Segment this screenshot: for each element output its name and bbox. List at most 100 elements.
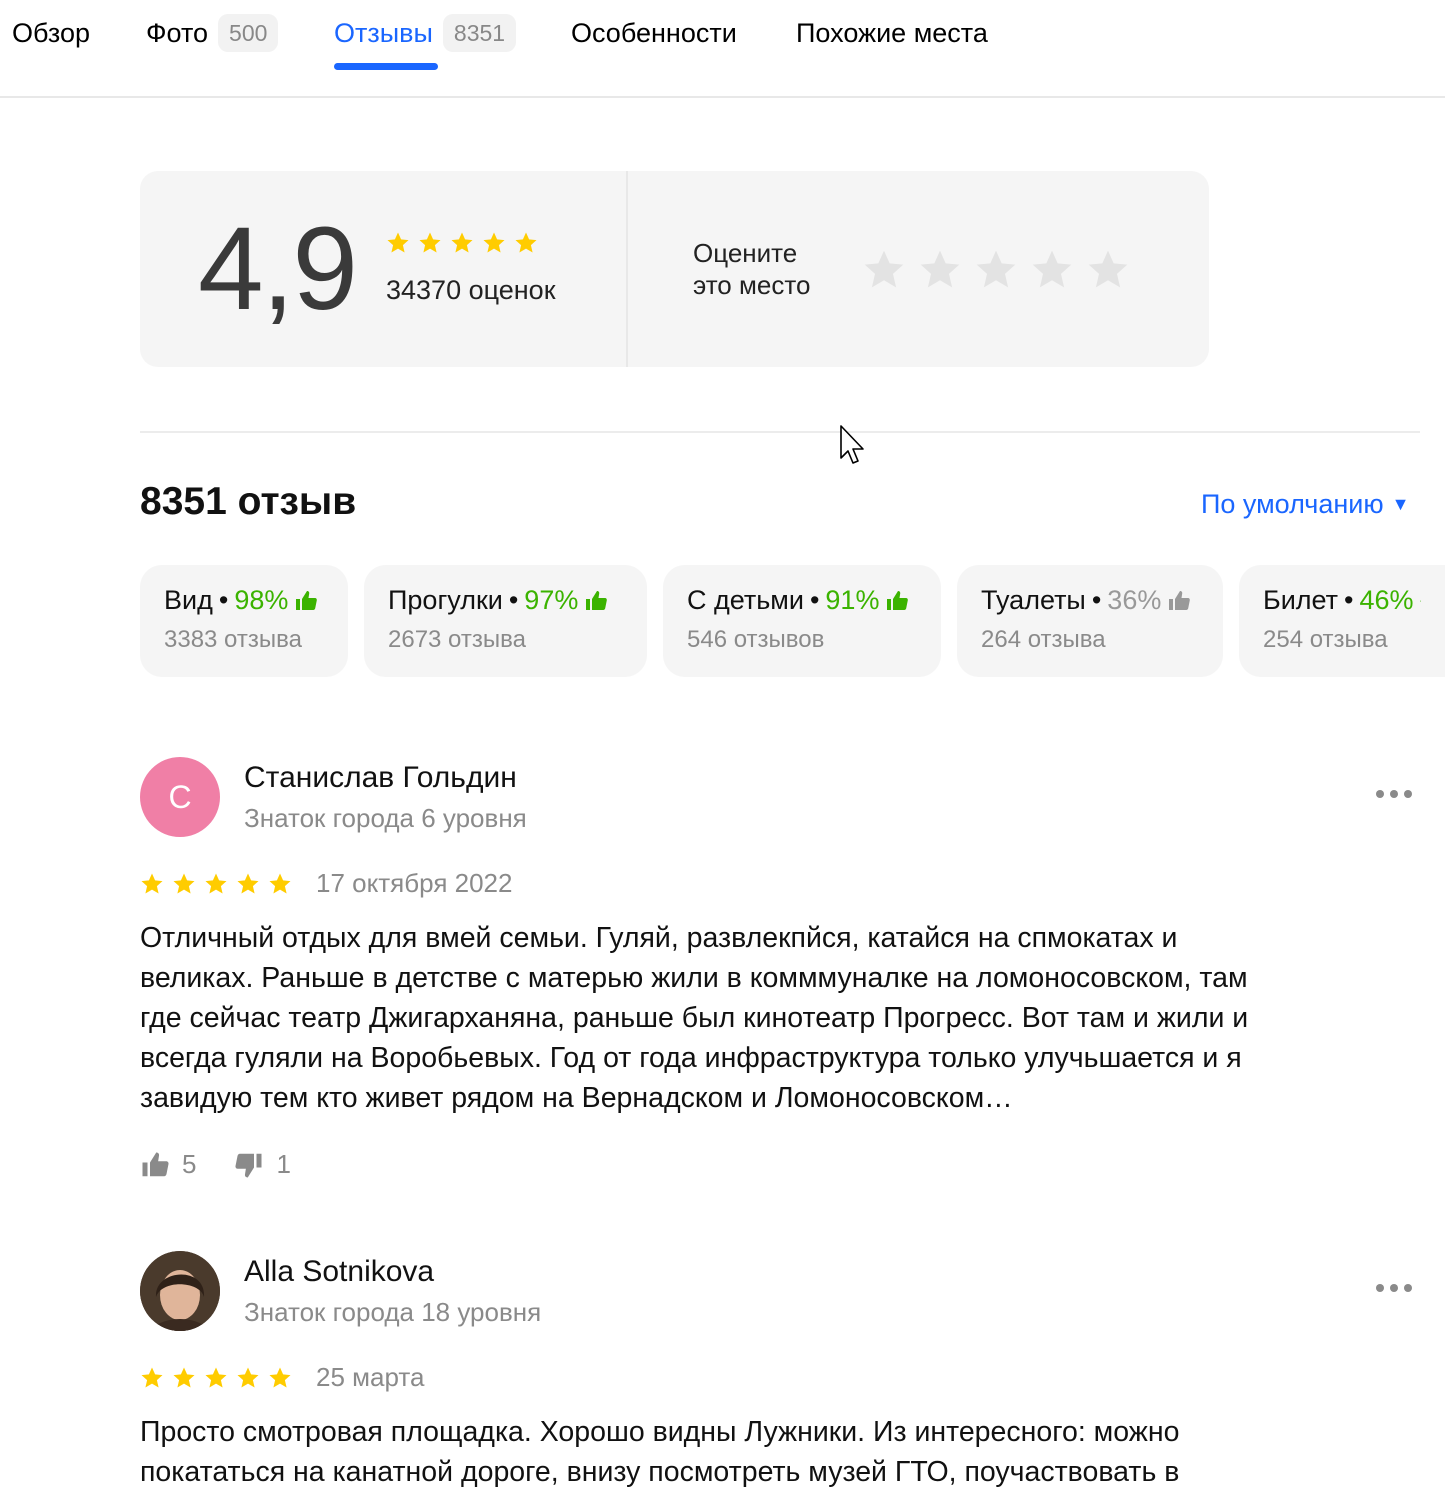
like-count: 5 [182,1149,197,1179]
tab-features[interactable]: Особенности [571,14,737,52]
rate-star-3-icon[interactable] [974,248,1018,292]
average-stars [386,231,538,255]
star-icon [269,873,291,894]
review-text-line: Просто смотровая площадка. Хорошо видны … [140,1416,1180,1448]
caret-down-icon: ▼ [1391,494,1410,514]
like-button[interactable]: 5 [140,1149,196,1180]
aspect-reviews-count: 546 отзывов [687,626,825,653]
review-card: С Станислав Гольдин Знаток города 6 уров… [140,757,1420,1197]
star-icon [141,873,163,894]
review-text[interactable]: Отличный отдых для вмей семьи. Гуляй, ра… [140,918,1405,1118]
star-icon [483,232,505,253]
bullet: • [1091,585,1102,615]
review-text-line: великах. Раньше в детстве с матерью жили… [140,962,1248,994]
review-date: 17 октября 2022 [316,868,513,898]
more-options-button[interactable] [1376,790,1412,798]
avatar-letter: С [168,778,192,815]
aspect-percent: 36% [1107,585,1162,615]
star-icon [237,1367,259,1388]
thumbs-up-icon [1419,599,1421,602]
review-text-line: завидую тем кто живет рядом на Вернадско… [140,1082,1013,1114]
thumbs-up-icon [586,590,608,610]
dot [1390,790,1398,798]
rate-prompt-line: Оцените [693,238,798,268]
aspect-percent: 97% [524,585,579,615]
aspect-percent: 46% [1359,585,1414,615]
average-score: 4,9 [198,203,358,335]
star-icon [269,1367,291,1388]
active-tab-indicator [334,63,438,70]
tab-count-badge: 500 [218,14,279,52]
star-icon [173,873,195,894]
star-icon [237,873,259,894]
review-reactions: 5 1 [140,1149,329,1180]
aspect-name: Туалеты [981,585,1086,615]
review-text-line: Отличный отдых для вмей семьи. Гуляй, ра… [140,922,1178,954]
aspect-chip-ticket[interactable]: Билет • 46% 254 отзыва [1239,565,1445,677]
aspect-percent: 98% [234,585,289,615]
ratings-count: 34370 оценок [386,275,556,305]
user-photo-icon [140,1251,220,1331]
avatar[interactable]: С [140,757,220,837]
review-stars [140,872,292,896]
star-icon [205,873,227,894]
thumbs-down-icon [235,1153,262,1177]
rate-star-1-icon[interactable] [862,248,906,292]
dot [1376,790,1384,798]
bullet: • [809,585,820,615]
avatar[interactable] [140,1251,220,1331]
rate-stars-input [862,248,1130,292]
tab-label: Похожие места [796,17,988,48]
dot [1390,1284,1398,1292]
review-text[interactable]: Просто смотровая площадка. Хорошо видны … [140,1412,1405,1492]
review-text-line: покататься на канатной дороге, внизу пос… [140,1456,1180,1488]
rate-prompt: Оцените это место [693,237,810,301]
aspect-chip-walks[interactable]: Прогулки • 97% 2673 отзыва [364,565,647,677]
review-text-line: всегда гуляли на Воробьевых. Год от года… [140,1042,1242,1074]
dislike-button[interactable]: 1 [234,1149,291,1180]
aspect-chip-view[interactable]: Вид • 98% 3383 отзыва [140,565,348,677]
sort-label: По умолчанию [1201,489,1384,519]
thumbs-up-icon [1169,590,1191,610]
rate-star-4-icon[interactable] [1030,248,1074,292]
star-icon [387,232,409,253]
tab-reviews[interactable]: Отзывы 8351 [334,14,517,52]
bullet: • [508,585,519,615]
dot [1376,1284,1384,1292]
rate-star-2-icon[interactable] [918,248,962,292]
more-options-button[interactable] [1376,1284,1412,1292]
review-author[interactable]: Станислав Гольдин [244,761,517,795]
star-icon [451,232,473,253]
thumbs-up-icon [296,590,318,610]
review-date: 25 марта [316,1362,425,1392]
tab-label: Фото [146,17,209,48]
rate-prompt-line: это место [693,270,811,300]
tab-count-badge: 8351 [442,14,517,52]
aspect-chip-toilets[interactable]: Туалеты • 36% 264 отзыва [957,565,1223,677]
tab-photos[interactable]: Фото 500 [146,14,279,52]
aspect-name: С детьми [687,585,804,615]
aspect-reviews-count: 2673 отзыва [388,626,526,653]
mouse-cursor-icon [840,425,864,464]
star-icon [205,1367,227,1388]
aspect-reviews-count: 254 отзыва [1263,626,1388,653]
review-stars [140,1366,292,1390]
section-divider [140,431,1420,433]
tab-similar-places[interactable]: Похожие места [796,14,988,52]
review-author[interactable]: Alla Sotnikova [244,1255,434,1289]
aspect-reviews-count: 264 отзыва [981,626,1106,653]
tab-bar: Обзор Фото 500 Отзывы 8351 Особенности П… [0,0,1445,98]
author-level: Знаток города 18 уровня [244,1297,542,1327]
aspect-name: Билет [1263,585,1339,615]
sort-dropdown[interactable]: По умолчанию ▼ [1201,489,1409,520]
rate-star-5-icon[interactable] [1086,248,1130,292]
tab-overview[interactable]: Обзор [12,14,90,52]
divider [626,171,628,367]
star-icon [141,1367,163,1388]
aspect-name: Прогулки [388,585,503,615]
star-icon [419,232,441,253]
dislike-count: 1 [276,1149,291,1179]
thumbs-up-icon [142,1152,169,1176]
aspect-chip-with-kids[interactable]: С детьми • 91% 546 отзывов [663,565,941,677]
bullet: • [1344,585,1354,615]
